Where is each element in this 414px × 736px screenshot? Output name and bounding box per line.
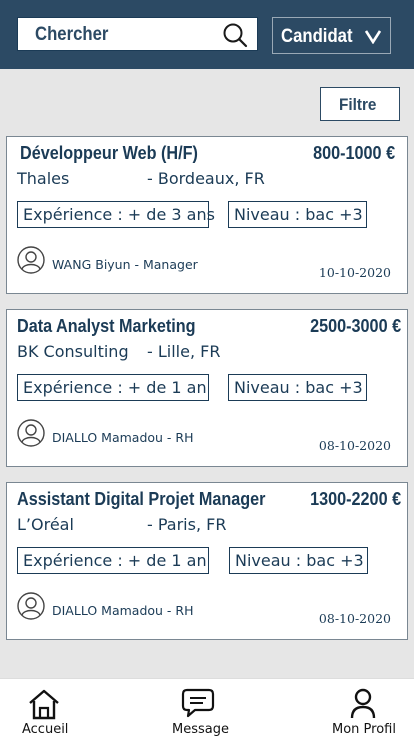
bottom-navigation: Accueil Message Mon Profil	[0, 678, 414, 736]
user-icon	[17, 592, 45, 620]
role-selector[interactable]: Candidat	[272, 17, 391, 54]
job-title: Assistant Digital Projet Manager	[17, 489, 266, 509]
post-date: 10-10-2020	[318, 265, 391, 280]
recruiter-name: WANG Biyun - Manager	[52, 257, 198, 272]
experience-tag: Expérience : + de 1 an	[17, 547, 209, 574]
job-location: - Bordeaux, FR	[147, 169, 265, 188]
nav-profile-label: Mon Profil	[332, 722, 396, 736]
nav-message[interactable]: Message	[160, 679, 240, 736]
post-date: 08-10-2020	[318, 611, 391, 626]
nav-message-label: Message	[172, 722, 229, 736]
job-location: - Paris, FR	[147, 515, 227, 534]
message-icon	[181, 688, 215, 718]
home-icon	[29, 689, 59, 720]
job-title: Data Analyst Marketing	[17, 316, 196, 336]
level-tag: Niveau : bac +3	[228, 374, 367, 401]
job-company: L’Oréal	[17, 515, 74, 534]
job-location: - Lille, FR	[147, 342, 221, 361]
search-placeholder: Chercher	[35, 24, 109, 45]
search-icon[interactable]	[222, 22, 248, 48]
role-label: Candidat	[281, 26, 353, 47]
job-title: Développeur Web (H/F)	[20, 143, 198, 163]
recruiter-name: DIALLO Mamadou - RH	[52, 603, 194, 618]
level-tag: Niveau : bac +3	[229, 547, 368, 574]
job-card[interactable]: Développeur Web (H/F) 800-1000 € Thales …	[6, 136, 408, 294]
chevron-down-icon	[365, 30, 381, 44]
nav-home[interactable]: Accueil	[0, 679, 88, 736]
experience-tag: Expérience : + de 1 an	[17, 374, 209, 401]
search-input[interactable]: Chercher	[17, 17, 258, 51]
profile-icon	[350, 688, 376, 719]
job-salary: 1300-2200 €	[310, 489, 401, 509]
job-salary: 2500-3000 €	[310, 316, 401, 336]
experience-tag: Expérience : + de 3 ans	[17, 201, 215, 228]
nav-home-label: Accueil	[22, 722, 69, 736]
filter-button[interactable]: Filtre	[320, 87, 400, 121]
job-salary: 800-1000 €	[313, 143, 395, 163]
user-icon	[17, 246, 45, 274]
post-date: 08-10-2020	[318, 438, 391, 453]
user-icon	[17, 419, 45, 447]
job-company: BK Consulting	[17, 342, 129, 361]
nav-profile[interactable]: Mon Profil	[326, 679, 414, 736]
recruiter-name: DIALLO Mamadou - RH	[52, 430, 194, 445]
level-tag: Niveau : bac +3	[228, 201, 367, 228]
job-company: Thales	[17, 169, 70, 188]
filter-label: Filtre	[339, 95, 377, 114]
top-bar: Chercher Candidat	[0, 0, 414, 69]
job-card[interactable]: Data Analyst Marketing 2500-3000 € BK Co…	[6, 309, 408, 467]
job-card[interactable]: Assistant Digital Projet Manager 1300-22…	[6, 482, 408, 640]
